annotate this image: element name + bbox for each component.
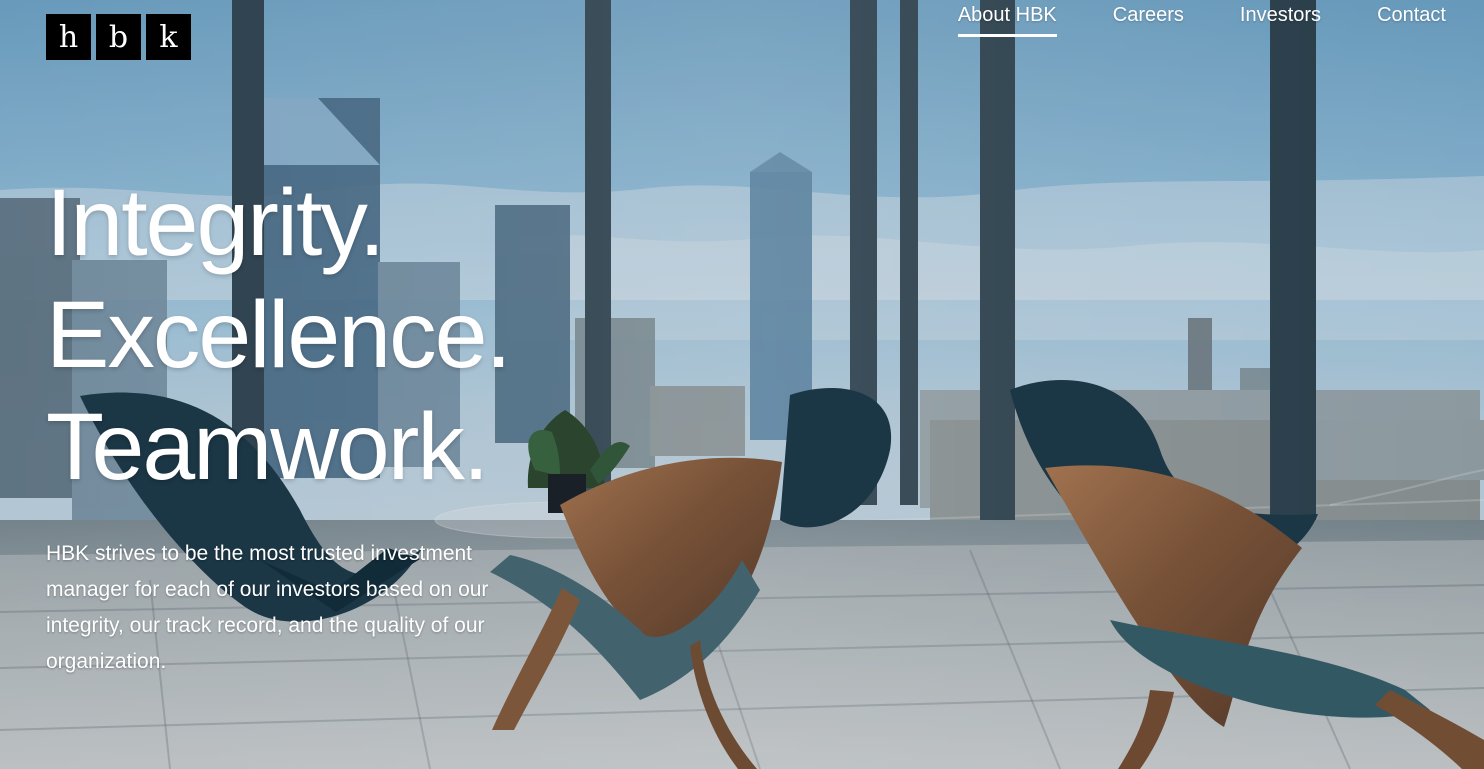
hero-content: Integrity. Excellence. Teamwork. HBK str… <box>46 167 646 680</box>
logo-letter-k: k <box>146 14 191 60</box>
hero-headline: Integrity. Excellence. Teamwork. <box>46 167 646 503</box>
logo-letter-h: h <box>46 14 91 60</box>
nav-investors[interactable]: Investors <box>1240 5 1321 25</box>
headline-integrity: Integrity. <box>46 170 385 276</box>
hbk-homepage: h b k About HBK Careers Investors Contac… <box>0 0 1484 769</box>
hero-description: HBK strives to be the most trusted inves… <box>46 542 489 673</box>
headline-teamwork: Teamwork. <box>46 394 489 500</box>
nav-careers[interactable]: Careers <box>1113 5 1184 25</box>
hbk-logo-link[interactable]: h b k <box>46 14 193 60</box>
primary-navigation: About HBK Careers Investors Contact <box>957 5 1446 37</box>
nav-about-hbk[interactable]: About HBK <box>957 5 1057 37</box>
headline-excellence: Excellence. <box>46 282 512 388</box>
site-header: h b k About HBK Careers Investors Contac… <box>0 0 1484 76</box>
logo-letter-b: b <box>96 14 141 60</box>
nav-contact[interactable]: Contact <box>1377 5 1446 25</box>
